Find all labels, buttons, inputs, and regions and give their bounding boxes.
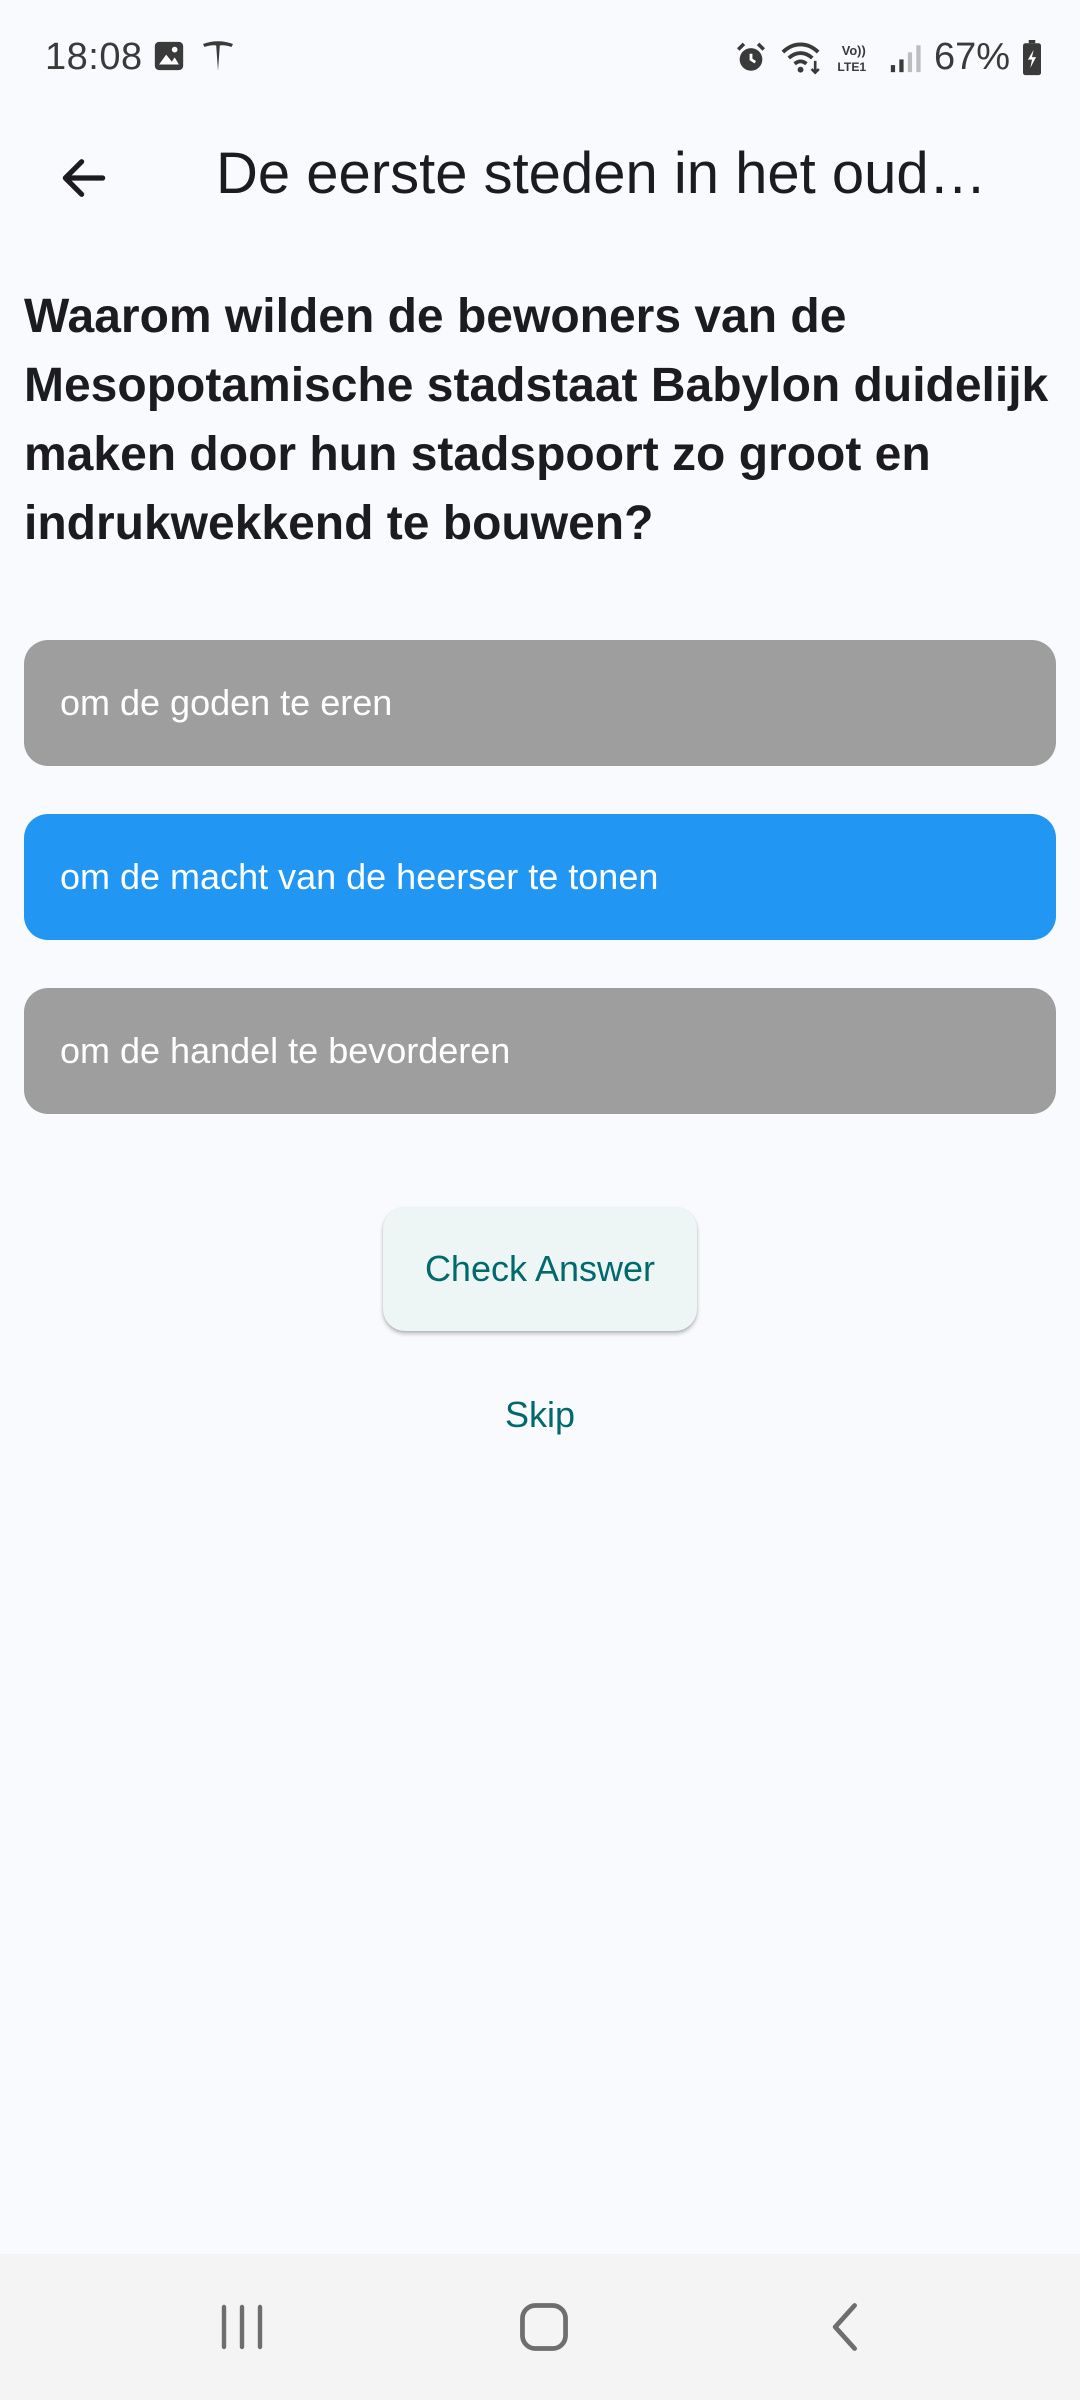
app-bar: De eerste steden in het oude Mesopotamië [0, 120, 1080, 230]
skip-label: Skip [504, 1394, 576, 1435]
answer-option-2[interactable]: om de macht van de heerser te tonen [24, 814, 1056, 940]
page-title: De eerste steden in het oude Mesopotamië [216, 141, 1016, 206]
svg-text:LTE1: LTE1 [837, 59, 866, 73]
svg-text:Vo)): Vo)) [842, 43, 866, 58]
arrow-left-icon [56, 150, 112, 206]
answer-option-label: om de macht van de heerser te tonen [60, 856, 659, 897]
check-answer-button[interactable]: Check Answer [383, 1207, 697, 1331]
status-time: 18:08 [45, 36, 143, 78]
status-left-icons [152, 38, 236, 74]
home-icon [516, 2299, 572, 2355]
volte-icon: Vo)) LTE1 [836, 40, 876, 76]
status-right-icons: Vo)) LTE1 67% [734, 36, 1042, 79]
answer-option-label: om de goden te eren [60, 682, 393, 723]
home-button[interactable] [484, 2284, 604, 2370]
tesla-icon [200, 38, 236, 74]
battery-icon [1022, 39, 1042, 76]
back-icon [824, 2299, 868, 2355]
answer-option-1[interactable]: om de goden te eren [24, 640, 1056, 766]
question-text: Waarom wilden de bewoners van de Mesopot… [24, 290, 1049, 550]
status-bar: 18:08 Vo)) LTE1 67% [0, 0, 1080, 120]
recent-apps-button[interactable] [182, 2284, 302, 2370]
system-back-button[interactable] [786, 2284, 906, 2370]
answer-option-label: om de handel te bevorderen [60, 1030, 511, 1071]
wifi-icon [780, 40, 824, 76]
system-nav-bar [0, 2254, 1080, 2400]
check-answer-label: Check Answer [424, 1248, 656, 1289]
recent-apps-icon [212, 2300, 272, 2354]
alarm-icon [734, 41, 768, 75]
skip-button[interactable]: Skip [440, 1380, 640, 1450]
battery-percent: 67% [933, 36, 1010, 78]
back-button[interactable] [44, 138, 124, 218]
signal-icon [888, 41, 922, 75]
gallery-icon [152, 39, 186, 73]
answer-option-3[interactable]: om de handel te bevorderen [24, 988, 1056, 1114]
